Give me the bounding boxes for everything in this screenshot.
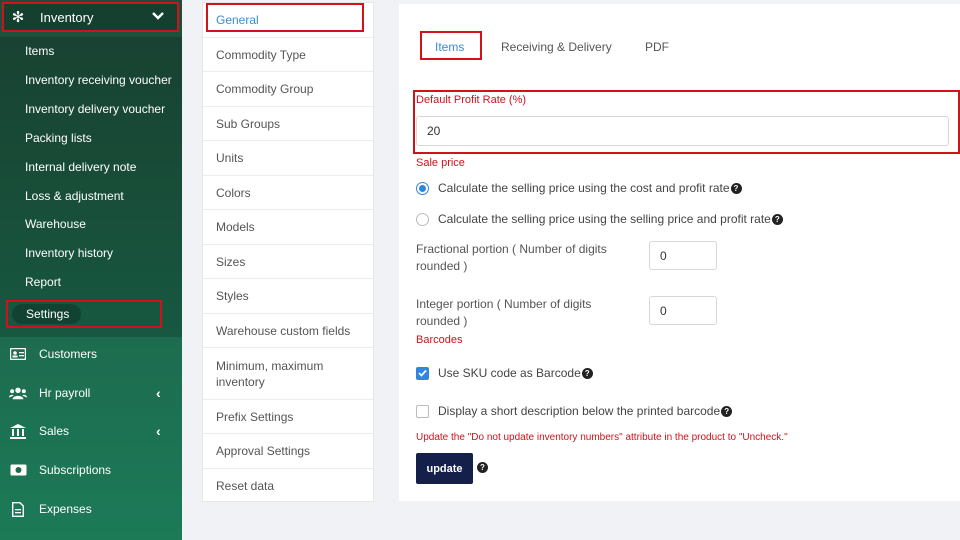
radio-cost-profit[interactable]: Calculate the selling price using the co… <box>416 181 742 195</box>
radio-selling-profit[interactable]: Calculate the selling price using the se… <box>416 212 783 226</box>
file-icon <box>9 501 27 517</box>
sidebar-subitem-warehouse[interactable]: Warehouse <box>25 214 86 234</box>
inventory-warning-text: Update the "Do not update inventory numb… <box>416 432 788 443</box>
use-sku-checkbox-row[interactable]: Use SKU code as Barcode ? <box>416 366 593 380</box>
money-icon <box>9 463 27 477</box>
short-description-checkbox-row[interactable]: Display a short description below the pr… <box>416 404 733 418</box>
submenu-item-min-max-inventory[interactable]: Minimum, maximum inventory <box>203 348 373 400</box>
sidebar-item-customers[interactable]: Customers <box>0 339 182 369</box>
sidebar-subitem-settings[interactable]: Settings <box>12 304 82 324</box>
sidebar-subitem-items[interactable]: Items <box>25 41 54 61</box>
fractional-label: Fractional portion ( Number of digits ro… <box>416 242 607 273</box>
help-icon[interactable]: ? <box>581 367 593 379</box>
submenu-item-units[interactable]: Units <box>203 141 373 176</box>
submenu-item-models[interactable]: Models <box>203 210 373 245</box>
sidebar-item-label: Subscriptions <box>39 463 112 477</box>
sidebar-subitem-loss-adjustment[interactable]: Loss & adjustment <box>25 186 124 206</box>
snowflake-icon: ✻ <box>11 9 25 26</box>
radio-button[interactable] <box>416 181 429 195</box>
general-highlight <box>206 3 364 32</box>
profit-rate-label: Default Profit Rate (%) <box>416 94 527 106</box>
submenu-item-prefix-settings[interactable]: Prefix Settings <box>203 400 373 434</box>
checkbox[interactable] <box>416 404 429 418</box>
tab-items-highlight <box>420 31 482 60</box>
submenu-item-warehouse-custom-fields[interactable]: Warehouse custom fields <box>203 314 373 348</box>
radio-label: Calculate the selling price using the se… <box>438 212 771 226</box>
chevron-down-icon <box>151 8 169 26</box>
sidebar-item-sales[interactable]: Sales ‹ <box>0 416 182 446</box>
barcodes-label: Barcodes <box>416 334 463 346</box>
help-icon[interactable]: ? <box>771 213 783 225</box>
sidebar-item-label: Sales <box>39 424 70 438</box>
submenu-item-colors[interactable]: Colors <box>203 176 373 210</box>
submenu-item-sub-groups[interactable]: Sub Groups <box>203 107 373 141</box>
sidebar-item-label: Customers <box>39 347 98 361</box>
sidebar-subitem-delivery-voucher[interactable]: Inventory delivery voucher <box>25 99 165 119</box>
submenu-item-commodity-group[interactable]: Commodity Group <box>203 72 373 107</box>
radio-button[interactable] <box>416 212 429 226</box>
update-button[interactable]: update <box>416 453 473 484</box>
profit-rate-input[interactable] <box>416 116 949 146</box>
inventory-submenu: Items Inventory receiving voucher Invent… <box>0 37 182 337</box>
submenu-item-styles[interactable]: Styles <box>203 279 373 314</box>
id-card-icon <box>9 347 27 361</box>
submenu-item-approval-settings[interactable]: Approval Settings <box>203 434 373 469</box>
sidebar-subitem-receiving-voucher[interactable]: Inventory receiving voucher <box>25 70 172 90</box>
submenu-item-commodity-type[interactable]: Commodity Type <box>203 38 373 72</box>
help-icon[interactable]: ? <box>721 405 733 417</box>
help-icon[interactable]: ? <box>730 182 742 194</box>
tab-receiving-delivery[interactable]: Receiving & Delivery <box>501 40 612 54</box>
checkbox[interactable] <box>416 366 429 380</box>
integer-label: Integer portion ( Number of digits round… <box>416 297 592 328</box>
settings-submenu: General Commodity Type Commodity Group S… <box>202 2 374 502</box>
sidebar-item-inventory[interactable]: ✻ Inventory <box>2 2 179 32</box>
submenu-item-reset-data[interactable]: Reset data <box>203 469 373 502</box>
tab-pdf[interactable]: PDF <box>645 40 669 54</box>
sidebar-item-label: Hr payroll <box>39 386 91 400</box>
fractional-input[interactable] <box>649 241 717 270</box>
sidebar-item-label: Inventory <box>40 9 94 25</box>
users-icon <box>9 386 27 400</box>
radio-label: Calculate the selling price using the co… <box>438 181 730 195</box>
sidebar-item-label: Expenses <box>39 502 92 516</box>
sidebar: ✻ Inventory Items Inventory receiving vo… <box>0 0 182 540</box>
integer-input[interactable] <box>649 296 717 325</box>
sidebar-item-subscriptions[interactable]: Subscriptions <box>0 455 182 485</box>
chevron-left-icon: ‹ <box>156 423 161 439</box>
sidebar-subitem-internal-delivery[interactable]: Internal delivery note <box>25 157 136 177</box>
sidebar-subitem-packing-lists[interactable]: Packing lists <box>25 128 92 148</box>
sidebar-item-hr-payroll[interactable]: Hr payroll ‹ <box>0 378 182 408</box>
checkbox-label: Display a short description below the pr… <box>438 404 721 418</box>
checkbox-label: Use SKU code as Barcode <box>438 366 581 380</box>
sidebar-subitem-report[interactable]: Report <box>25 272 61 292</box>
sidebar-subitem-inventory-history[interactable]: Inventory history <box>25 243 113 263</box>
chevron-left-icon: ‹ <box>156 385 161 401</box>
submenu-item-sizes[interactable]: Sizes <box>203 245 373 279</box>
sidebar-item-expenses[interactable]: Expenses <box>0 494 182 524</box>
help-icon[interactable]: ? <box>477 462 488 473</box>
bank-icon <box>9 423 27 439</box>
sale-price-label: Sale price <box>416 157 465 169</box>
sidebar-subitem-settings-highlight: Settings <box>6 300 162 328</box>
